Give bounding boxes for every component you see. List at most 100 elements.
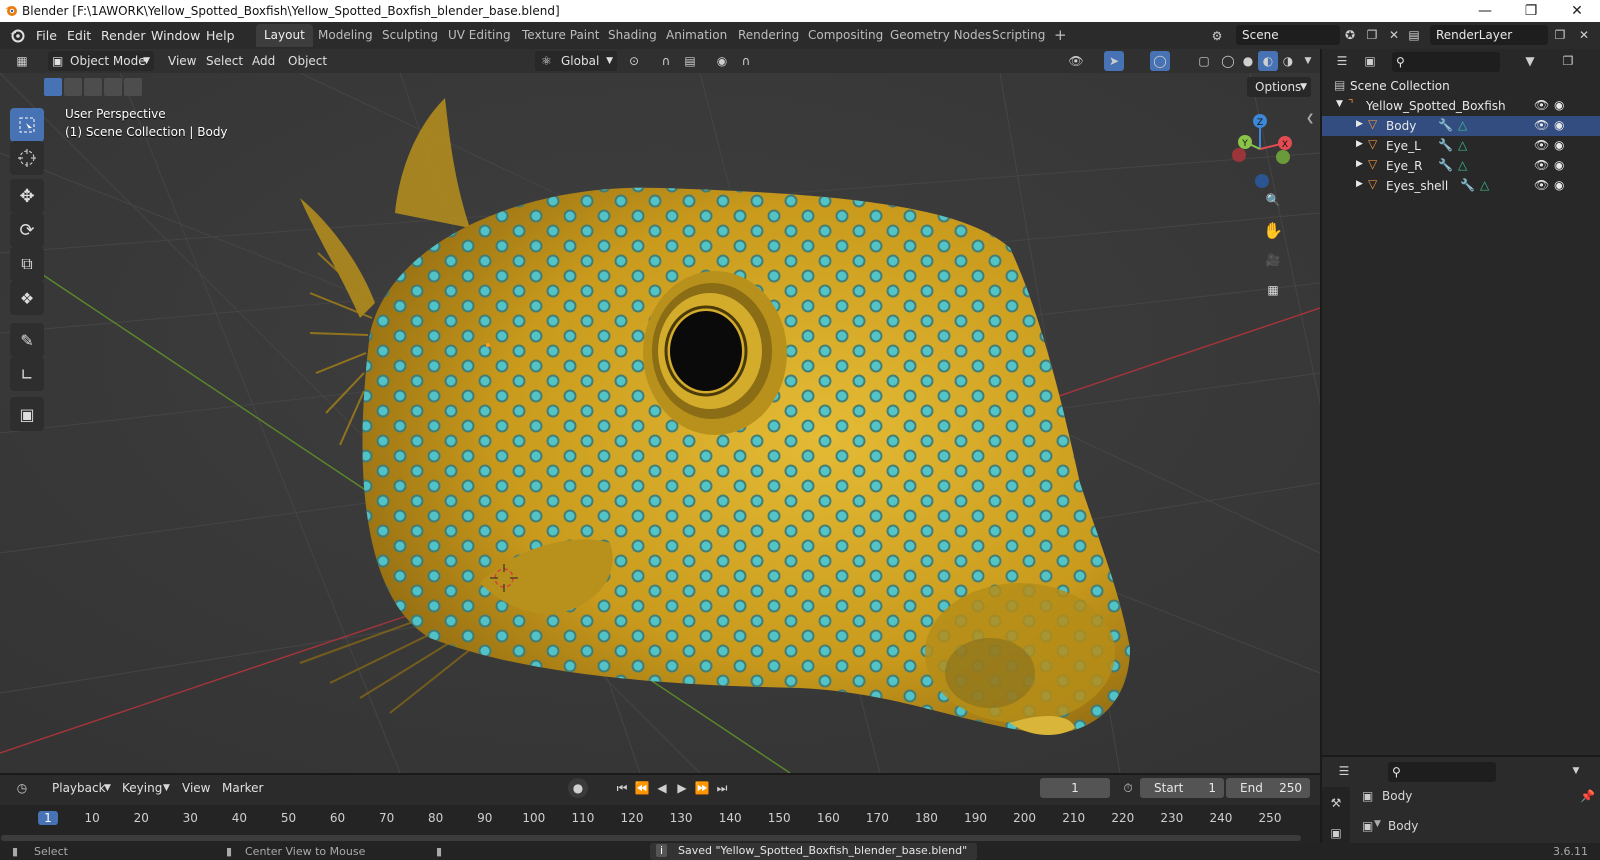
expand-arrow-icon[interactable]: ▶	[1356, 119, 1363, 129]
xray-toggle-icon[interactable]: ▢	[1194, 51, 1214, 71]
end-frame-field[interactable]: End 250	[1226, 778, 1310, 798]
scene-name-field[interactable]: Scene	[1236, 25, 1340, 45]
scale-tool[interactable]: ⧉	[10, 247, 44, 281]
select-extend-icon[interactable]	[64, 78, 82, 96]
render-layer-field[interactable]: RenderLayer	[1430, 25, 1548, 45]
wireframe-shading-icon[interactable]: ◯	[1218, 51, 1238, 71]
render-camera-icon[interactable]: ◉	[1554, 138, 1564, 152]
new-scene-icon[interactable]: ❐	[1362, 25, 1382, 45]
eye-visibility-icon[interactable]: 👁	[1534, 138, 1549, 152]
snap-icon[interactable]: ∩	[656, 51, 676, 71]
modifier-wrench-icon[interactable]: 🔧	[1438, 158, 1453, 172]
play-icon[interactable]: ▶	[672, 778, 692, 798]
editor-type-icon[interactable]: ▦	[12, 51, 32, 71]
scene-selector-icon[interactable]: ⚙	[1207, 26, 1227, 46]
render-camera-icon[interactable]: ◉	[1554, 178, 1564, 192]
outliner-row-eyes-shell[interactable]: ▶ ▽ Eyes_shell 🔧 △ 👁 ◉	[1322, 176, 1600, 196]
annotate-tool[interactable]: ✎	[10, 323, 44, 357]
menu-view[interactable]: View	[162, 51, 202, 71]
navigation-gizmo[interactable]: Z X Y	[1225, 109, 1295, 189]
render-camera-icon[interactable]: ◉	[1554, 98, 1564, 112]
select-intersect-icon[interactable]	[124, 78, 142, 96]
perspective-toggle-icon[interactable]: ▦	[1260, 277, 1286, 303]
properties-editor-type-icon[interactable]: ☰	[1334, 761, 1354, 781]
cursor-tool[interactable]	[10, 141, 44, 175]
menu-add[interactable]: Add	[246, 51, 281, 71]
snap-target-icon[interactable]: ▤	[680, 51, 700, 71]
mesh-data-icon[interactable]: △	[1480, 178, 1489, 192]
record-icon[interactable]: ●	[568, 778, 588, 798]
mesh-data-icon[interactable]: △	[1458, 158, 1467, 172]
pivot-point-icon[interactable]: ⊙	[624, 51, 644, 71]
menu-marker[interactable]: Marker	[216, 778, 269, 798]
render-camera-icon[interactable]: ◉	[1554, 118, 1564, 132]
measure-tool[interactable]: ∟	[10, 357, 44, 391]
3d-viewport[interactable]: User Perspective (1) Scene Collection | …	[0, 73, 1320, 773]
jump-end-icon[interactable]: ⏭	[712, 778, 732, 798]
render-camera-icon[interactable]: ◉	[1554, 158, 1564, 172]
delete-view-layer-icon[interactable]: ✕	[1574, 25, 1594, 45]
tab-compositing[interactable]: Compositing	[800, 24, 891, 47]
outliner-row-eye-r[interactable]: ▶ ▽ Eye_R 🔧 △ 👁 ◉	[1322, 156, 1600, 176]
jump-start-icon[interactable]: ⏮	[612, 778, 632, 798]
menu-object[interactable]: Object	[282, 51, 333, 71]
blender-menu-icon[interactable]	[9, 27, 25, 43]
tab-modeling[interactable]: Modeling	[310, 24, 381, 47]
display-mode-icon[interactable]: ▣	[1360, 51, 1380, 71]
modifier-wrench-icon[interactable]: 🔧	[1438, 118, 1453, 132]
tab-scripting[interactable]: Scripting	[984, 24, 1053, 47]
jump-keyframe-back-icon[interactable]: ⏪	[632, 778, 652, 798]
tab-animation[interactable]: Animation	[658, 24, 735, 47]
pin-icon[interactable]: 📌	[1580, 789, 1595, 803]
visibility-toggle-icon[interactable]: 👁	[1066, 51, 1086, 71]
menu-render[interactable]: Render	[101, 28, 146, 43]
modifier-wrench-icon[interactable]: 🔧	[1438, 138, 1453, 152]
add-cube-tool[interactable]: ▣	[10, 397, 44, 431]
rotate-tool[interactable]: ⟳	[10, 213, 44, 247]
tab-uv-editing[interactable]: UV Editing	[440, 24, 519, 47]
eye-visibility-icon[interactable]: 👁	[1534, 118, 1549, 132]
tab-rendering[interactable]: Rendering	[730, 24, 807, 47]
camera-view-icon[interactable]: 🎥	[1260, 247, 1286, 273]
eye-visibility-icon[interactable]: 👁	[1534, 158, 1549, 172]
outliner-row-scene-collection[interactable]: ▤ Scene Collection	[1322, 76, 1600, 96]
restore-button[interactable]: ❐	[1508, 0, 1554, 22]
outliner-search-input[interactable]: ⚲	[1392, 52, 1500, 72]
tab-shading[interactable]: Shading	[600, 24, 665, 47]
chevron-down-icon[interactable]: ▼	[1566, 761, 1586, 781]
jump-keyframe-forward-icon[interactable]: ⏩	[692, 778, 712, 798]
outliner-editor-type-icon[interactable]: ☰	[1332, 51, 1352, 71]
expand-arrow-icon[interactable]: ▶	[1356, 179, 1363, 189]
timer-icon[interactable]: ⏱	[1118, 778, 1138, 798]
select-box-tool[interactable]	[10, 108, 44, 142]
falloff-icon[interactable]: ∩	[736, 51, 756, 71]
menu-window[interactable]: Window	[151, 28, 200, 43]
tool-settings-icon[interactable]: ⚒	[1326, 793, 1346, 813]
view-layer-icon[interactable]: ▤	[1404, 25, 1424, 45]
menu-file[interactable]: File	[36, 28, 57, 43]
shading-options-icon[interactable]: ▼	[1298, 51, 1318, 71]
menu-edit[interactable]: Edit	[67, 28, 91, 43]
overlay-toggle-icon[interactable]: ◯	[1150, 51, 1170, 71]
start-frame-field[interactable]: Start 1	[1140, 778, 1224, 798]
modifier-wrench-icon[interactable]: 🔧	[1460, 178, 1475, 192]
transform-tool[interactable]: ❖	[10, 281, 44, 315]
eye-visibility-icon[interactable]: 👁	[1534, 178, 1549, 192]
current-frame-field[interactable]: 1	[1040, 778, 1110, 798]
pin-scene-icon[interactable]: ✪	[1340, 25, 1360, 45]
transform-orientation-selector[interactable]: ⚛ Global ▼	[535, 51, 617, 71]
options-button[interactable]: Options ▼	[1247, 77, 1311, 97]
menu-timeline-view[interactable]: View	[176, 778, 216, 798]
properties-search-input[interactable]: ⚲	[1388, 762, 1496, 782]
outliner-row-collection[interactable]: ▼ ⌝ Yellow_Spotted_Boxfish 👁 ◉	[1322, 96, 1600, 116]
menu-playback[interactable]: Playback	[46, 778, 112, 798]
add-workspace-icon[interactable]: +	[1046, 24, 1075, 47]
rendered-shading-icon[interactable]: ◑	[1278, 51, 1298, 71]
expand-arrow-icon[interactable]: ▶	[1356, 159, 1363, 169]
tab-geometry-nodes[interactable]: Geometry Nodes	[882, 24, 999, 47]
sidebar-toggle-icon[interactable]: ❮	[1306, 113, 1314, 124]
chevron-down-icon[interactable]: ▼	[1374, 819, 1381, 829]
eye-visibility-icon[interactable]: 👁	[1534, 98, 1549, 112]
render-properties-icon[interactable]: ▣	[1326, 823, 1346, 843]
mode-selector[interactable]: ▣ Object Mode ▼	[48, 51, 154, 71]
